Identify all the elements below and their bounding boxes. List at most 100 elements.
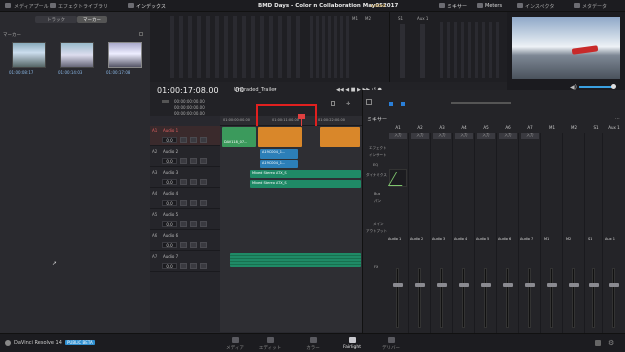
marker-thumbnail-1[interactable]: [12, 42, 46, 68]
mute-button[interactable]: [200, 221, 207, 227]
playhead-handle[interactable]: [298, 114, 305, 119]
track-volume[interactable]: 0.0: [162, 221, 177, 227]
track-volume[interactable]: 0.0: [162, 263, 177, 269]
track-header-a7[interactable]: A7 Audio 7 0.0: [150, 252, 220, 272]
tab-color[interactable]: カラー: [298, 337, 328, 351]
track-header-a1[interactable]: A1 Audio 1 0.0: [150, 126, 220, 146]
inspector-button[interactable]: インスペクタ: [525, 3, 554, 10]
tab-fairlight[interactable]: Fairlight: [337, 337, 367, 350]
marker-thumbnail-3[interactable]: [108, 42, 142, 68]
track-header-a6[interactable]: A6 Audio 6 0.0: [150, 231, 220, 251]
track-header-a3[interactable]: A3 Audio 3 0.0: [150, 168, 220, 188]
mute-button[interactable]: [200, 179, 207, 185]
mixer-icon[interactable]: [439, 3, 445, 8]
inspector-icon[interactable]: [517, 3, 523, 8]
fader-handle[interactable]: [609, 283, 619, 287]
tab-tracks[interactable]: トラック: [35, 16, 77, 23]
tab-edit[interactable]: エディット: [255, 337, 285, 351]
input-button[interactable]: 入力: [477, 133, 495, 139]
track-volume[interactable]: 0.0: [162, 179, 177, 185]
solo-button[interactable]: [190, 200, 197, 206]
meters-button[interactable]: Meters: [485, 3, 502, 9]
meters-icon[interactable]: [477, 3, 483, 8]
input-button[interactable]: 入力: [433, 133, 451, 139]
audio-clip-a1-mid[interactable]: [258, 127, 302, 147]
record-button[interactable]: [180, 263, 187, 269]
record-button[interactable]: [180, 179, 187, 185]
panel-view-icon[interactable]: [139, 32, 143, 36]
track-volume[interactable]: 0.0: [162, 137, 177, 143]
solo-button[interactable]: [190, 242, 197, 248]
mute-button[interactable]: [200, 263, 207, 269]
track-header-a4[interactable]: A4 Audio 4 0.0: [150, 189, 220, 209]
track-header-a2[interactable]: A2 Audio 2 0.0: [150, 147, 220, 167]
index-icon[interactable]: [128, 3, 134, 8]
mixer-button[interactable]: ミキサー: [447, 3, 467, 10]
track-header-a5[interactable]: A5 Audio 5 0.0: [150, 210, 220, 230]
fader-handle[interactable]: [547, 283, 557, 287]
metadata-icon[interactable]: [574, 3, 580, 8]
audio-clip-a2b[interactable]: A19C004_1...: [260, 160, 298, 168]
index-button[interactable]: インデックス: [136, 3, 166, 10]
fader-handle[interactable]: [569, 283, 579, 287]
fader-handle[interactable]: [589, 283, 599, 287]
media-pool-icon[interactable]: [5, 3, 11, 8]
razor-tool-icon[interactable]: [331, 101, 335, 106]
metadata-button[interactable]: メタデータ: [582, 3, 607, 10]
volume-slider[interactable]: [579, 86, 613, 88]
track-volume[interactable]: 0.0: [162, 200, 177, 206]
timeline-dropdown-icon[interactable]: ▾: [274, 87, 277, 93]
mute-button[interactable]: [200, 200, 207, 206]
fader-handle[interactable]: [393, 283, 403, 287]
tab-deliver[interactable]: デリバー: [376, 337, 406, 351]
audio-clip-a1-left[interactable]: DAV118_07...: [222, 127, 256, 147]
home-icon[interactable]: [595, 340, 601, 346]
track-volume[interactable]: 0.0: [162, 242, 177, 248]
timeline-name[interactable]: Ungraded_Trailer: [234, 87, 276, 93]
fader-handle[interactable]: [459, 283, 469, 287]
zoom-slider[interactable]: [451, 102, 511, 104]
media-pool-button[interactable]: メディアプール: [14, 3, 49, 10]
input-button[interactable]: 入力: [411, 133, 429, 139]
record-button[interactable]: [180, 221, 187, 227]
input-button[interactable]: 入力: [521, 133, 539, 139]
record-button[interactable]: [180, 158, 187, 164]
mute-button[interactable]: [200, 137, 207, 143]
effects-library-button[interactable]: エフェクトライブラリ: [58, 3, 108, 10]
effects-library-icon[interactable]: [50, 3, 56, 8]
audio-clip-a3[interactable]: Mixed Stereo ATX_S: [250, 170, 361, 178]
input-button[interactable]: 入力: [389, 133, 407, 139]
tab-media[interactable]: メディア: [220, 337, 250, 351]
mute-button[interactable]: [200, 242, 207, 248]
mute-button[interactable]: [200, 158, 207, 164]
fader-handle[interactable]: [525, 283, 535, 287]
record-button[interactable]: [180, 137, 187, 143]
link-icon[interactable]: [366, 99, 372, 105]
audio-clip-a7[interactable]: [230, 253, 361, 267]
volume-slider-handle[interactable]: [611, 84, 616, 89]
blue-toggle-2[interactable]: [401, 102, 405, 106]
solo-button[interactable]: [190, 158, 197, 164]
audio-clip-a2[interactable]: A19C004_1...: [260, 149, 298, 159]
eq-graph[interactable]: [387, 169, 411, 187]
input-button[interactable]: 入力: [455, 133, 473, 139]
mixer-menu-icon[interactable]: ⋯: [615, 116, 620, 122]
crosshair-icon[interactable]: ✛: [346, 101, 350, 107]
audio-clip-a4[interactable]: Mixed Stereo ATX_S: [250, 180, 361, 188]
blue-toggle-1[interactable]: [389, 102, 393, 106]
record-button[interactable]: [180, 200, 187, 206]
fader-handle[interactable]: [437, 283, 447, 287]
settings-gear-icon[interactable]: ⚙: [608, 339, 614, 347]
tab-markers[interactable]: マーカー: [77, 16, 107, 23]
solo-button[interactable]: [190, 263, 197, 269]
fader-handle[interactable]: [503, 283, 513, 287]
record-button[interactable]: [180, 242, 187, 248]
solo-button[interactable]: [190, 137, 197, 143]
fader-handle[interactable]: [481, 283, 491, 287]
input-button[interactable]: 入力: [499, 133, 517, 139]
solo-button[interactable]: [190, 221, 197, 227]
track-volume[interactable]: 0.0: [162, 158, 177, 164]
audio-clip-a1-right[interactable]: [320, 127, 360, 147]
marker-thumbnail-2[interactable]: [60, 42, 94, 68]
fader-handle[interactable]: [415, 283, 425, 287]
